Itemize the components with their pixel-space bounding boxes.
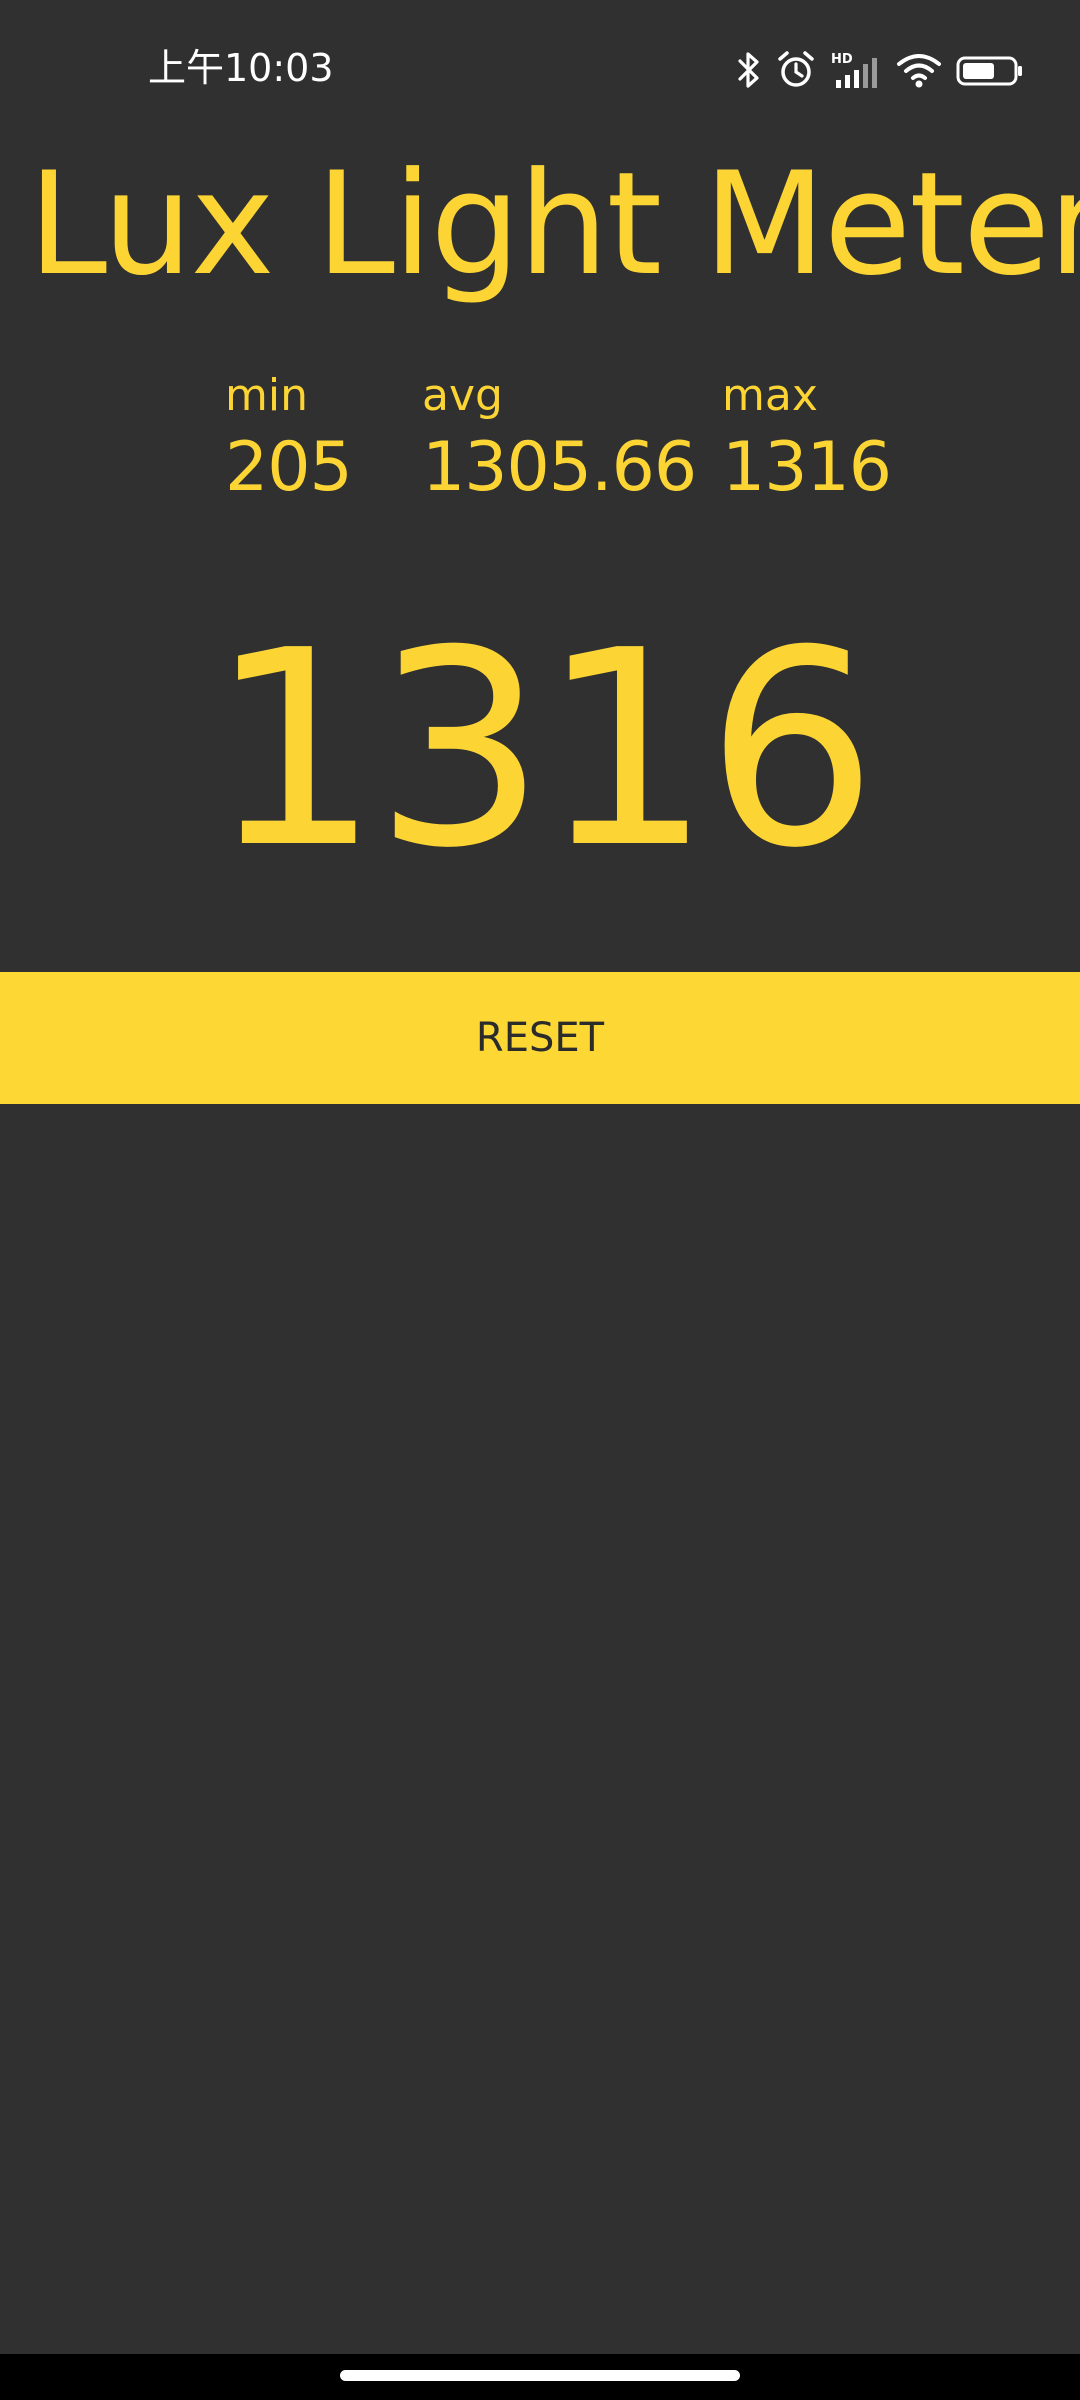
hd-signal-icon: HD — [830, 50, 882, 90]
current-lux-reading: 1316 — [208, 592, 877, 907]
stat-min-label: min — [225, 370, 308, 421]
stat-min-value: 205 — [225, 428, 353, 507]
navigation-bar — [0, 2354, 1080, 2400]
bluetooth-icon — [736, 50, 762, 90]
reset-button[interactable]: RESET — [0, 972, 1080, 1104]
app-screen: 上午10:03 HD Lux Light Meter min 205 avg 1… — [0, 0, 1080, 2400]
home-indicator[interactable] — [340, 2370, 740, 2381]
wifi-icon — [896, 50, 942, 90]
stat-max-label: max — [722, 370, 818, 421]
stat-avg-label: avg — [422, 370, 503, 421]
stat-avg: avg 1305.66 — [422, 368, 697, 510]
status-icons: HD — [736, 46, 1024, 94]
alarm-icon — [776, 50, 816, 90]
svg-text:HD: HD — [831, 52, 853, 67]
stat-avg-value: 1305.66 — [422, 428, 697, 507]
app-title: Lux Light Meter — [28, 142, 1080, 307]
status-time: 上午10:03 — [148, 46, 334, 90]
battery-icon — [956, 50, 1024, 90]
stat-max-value: 1316 — [722, 428, 892, 507]
stat-max: max 1316 — [722, 368, 892, 510]
status-bar: 上午10:03 HD — [0, 0, 1080, 140]
stat-min: min 205 — [225, 368, 353, 510]
